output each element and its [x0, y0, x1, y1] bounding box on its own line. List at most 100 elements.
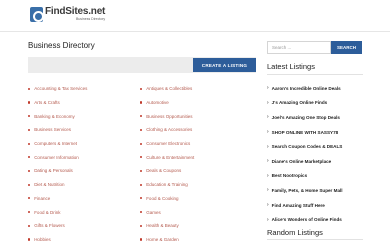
- chevron-right-icon: ›: [267, 187, 269, 194]
- category-link[interactable]: Games: [140, 205, 194, 219]
- chevron-right-icon: ›: [267, 143, 269, 150]
- listing-item[interactable]: › Best Nootropics: [267, 169, 363, 184]
- listing-item[interactable]: › Search Coupon Codes & DEALS: [267, 139, 363, 154]
- chevron-right-icon: ›: [267, 172, 269, 179]
- bullet-icon: [28, 142, 31, 145]
- bullet-icon: [28, 87, 31, 90]
- listing-label: Joel's Amazing One Stop Deals: [271, 114, 340, 120]
- category-link[interactable]: Arts & Crafts: [28, 96, 87, 110]
- category-link[interactable]: Health & Beauty: [140, 219, 194, 233]
- chevron-right-icon: ›: [267, 99, 269, 106]
- category-label: Consumer Electronics: [146, 141, 191, 147]
- create-listing-button[interactable]: CREATE A LISTING: [193, 58, 256, 72]
- chevron-right-icon: ›: [267, 129, 269, 136]
- category-label: Education & Training: [146, 182, 188, 188]
- category-label: Computers & Internet: [34, 141, 77, 147]
- category-link[interactable]: Automotive: [140, 96, 194, 110]
- latest-listings-title: Latest Listings: [267, 62, 315, 71]
- category-label: Automotive: [146, 100, 169, 106]
- bullet-icon: [28, 210, 31, 214]
- category-link[interactable]: Computers & Internet: [28, 137, 87, 151]
- category-label: Clothing & Accessories: [146, 127, 193, 133]
- category-link[interactable]: Education & Training: [140, 178, 194, 192]
- category-label: Food & Drink: [34, 209, 61, 215]
- listing-label: SHOP ONLINE WITH SASSY78: [271, 129, 339, 135]
- category-label: Consumer Information: [34, 154, 79, 160]
- bullet-icon: [140, 210, 143, 214]
- category-link[interactable]: Finance: [28, 192, 87, 206]
- category-label: Banking & Economy: [34, 113, 75, 119]
- bullet-icon: [140, 156, 143, 159]
- listing-item[interactable]: › Joel's Amazing One Stop Deals: [267, 110, 363, 125]
- category-label: Hobbies: [34, 236, 51, 242]
- category-link[interactable]: Hobbies: [28, 233, 87, 246]
- listing-item[interactable]: › Diane's Online Marketplace: [267, 154, 363, 169]
- category-link[interactable]: Consumer Electronics: [140, 137, 194, 151]
- listing-label: Alice's Wonders of Online Finds: [271, 217, 342, 223]
- bullet-icon: [140, 197, 143, 200]
- category-link[interactable]: Consumer Information: [28, 150, 87, 164]
- listing-label: Family, Pets, & Home Super Mall: [271, 187, 343, 193]
- listing-label: Find Amazing Stuff Here: [271, 202, 325, 208]
- category-label: Health & Beauty: [146, 223, 179, 229]
- listing-item[interactable]: › SHOP ONLINE WITH SASSY78: [267, 125, 363, 140]
- bullet-icon: [140, 87, 143, 90]
- search-button[interactable]: SEARCH: [331, 41, 362, 54]
- chevron-right-icon: ›: [267, 85, 269, 92]
- chevron-right-icon: ›: [267, 158, 269, 165]
- category-link[interactable]: Diet & Nutrition: [28, 178, 87, 192]
- category-label: Games: [146, 209, 161, 215]
- listing-item[interactable]: › J's Amazing Online Finds: [267, 96, 363, 111]
- listing-item[interactable]: › Alice's Wonders of Online Finds: [267, 212, 363, 227]
- bullet-icon: [28, 169, 31, 173]
- listing-item[interactable]: › Find Amazing Stuff Here: [267, 198, 363, 213]
- listing-label: Aaron's Incredible Online Deals: [271, 85, 341, 91]
- category-link[interactable]: Clothing & Accessories: [140, 123, 194, 137]
- bullet-icon: [140, 115, 143, 118]
- category-link[interactable]: Business Opportunities: [140, 109, 194, 123]
- category-label: Home & Garden: [146, 236, 179, 242]
- category-link[interactable]: Accounting & Tax Services: [28, 82, 87, 96]
- category-link[interactable]: Dating & Personals: [28, 164, 87, 178]
- bullet-icon: [28, 183, 31, 186]
- listing-item[interactable]: › Aaron's Incredible Online Deals: [267, 81, 363, 96]
- bullet-icon: [28, 101, 31, 104]
- category-link[interactable]: Food & Drink: [28, 205, 87, 219]
- category-column-left: Accounting & Tax Services Arts & Crafts Ba…: [28, 82, 87, 246]
- category-link[interactable]: Antiques & Collectibles: [140, 82, 194, 96]
- bullet-icon: [28, 115, 31, 118]
- category-link[interactable]: Food & Cooking: [140, 192, 194, 206]
- logo-tagline: Business Directory: [76, 17, 106, 22]
- category-link[interactable]: Business Services: [28, 123, 87, 137]
- category-link[interactable]: Culture & Entertainment: [140, 150, 194, 164]
- logo-name: FindSites.net: [45, 6, 106, 18]
- listing-label: J's Amazing Online Finds: [271, 100, 328, 106]
- bullet-icon: [140, 169, 143, 173]
- chevron-right-icon: ›: [267, 202, 269, 209]
- category-label: Business Opportunities: [146, 113, 193, 119]
- category-link[interactable]: Deals & Coupons: [140, 164, 194, 178]
- search-input[interactable]: Search ...: [267, 41, 331, 54]
- category-link[interactable]: Gifts & Flowers: [28, 219, 87, 233]
- category-label: Antiques & Collectibles: [146, 86, 193, 92]
- bullet-icon: [28, 128, 31, 131]
- site-header: FindSites.net Business Directory: [0, 0, 390, 32]
- category-link[interactable]: Home & Garden: [140, 233, 194, 246]
- category-label: Deals & Coupons: [146, 168, 182, 174]
- category-label: Food & Cooking: [146, 195, 179, 201]
- category-link[interactable]: Banking & Economy: [28, 109, 87, 123]
- chevron-right-icon: ›: [267, 114, 269, 121]
- site-logo[interactable]: FindSites.net Business Directory: [30, 7, 105, 22]
- listing-item[interactable]: › Family, Pets, & Home Super Mall: [267, 183, 363, 198]
- bullet-icon: [140, 238, 143, 241]
- bullet-icon: [28, 156, 31, 159]
- listing-label: Diane's Online Marketplace: [271, 158, 332, 164]
- chevron-right-icon: ›: [267, 216, 269, 223]
- category-label: Business Services: [34, 127, 71, 133]
- category-label: Diet & Nutrition: [34, 182, 65, 188]
- bullet-icon: [140, 142, 143, 145]
- logo-icon: [30, 7, 44, 22]
- listing-label: Best Nootropics: [271, 173, 308, 179]
- random-listings-title: Random Listings: [267, 228, 323, 237]
- category-label: Culture & Entertainment: [146, 154, 195, 160]
